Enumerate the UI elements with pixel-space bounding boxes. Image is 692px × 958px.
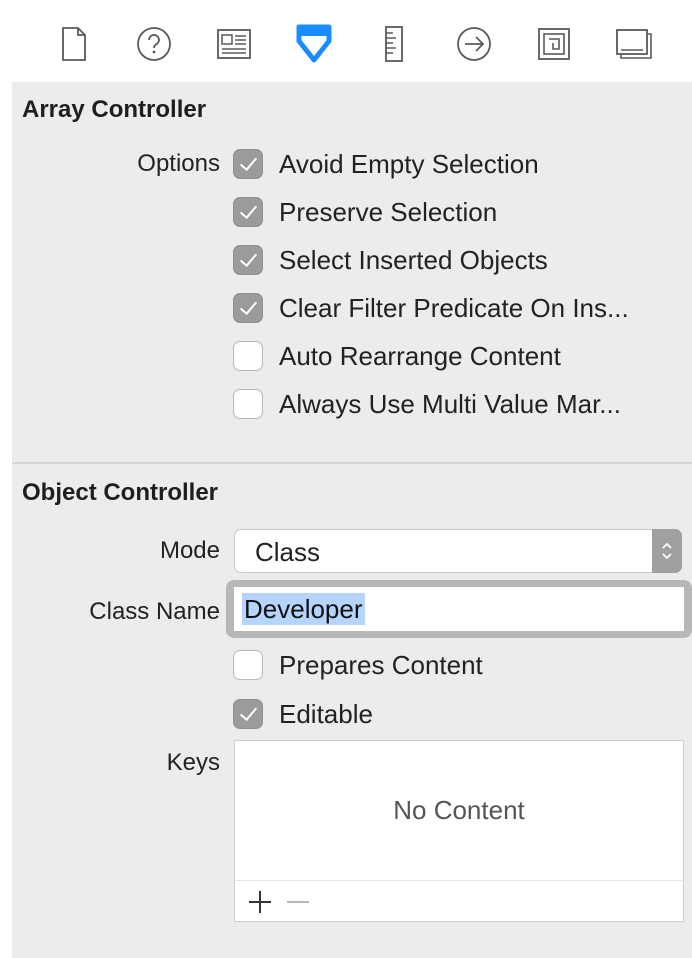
popup-chevron-icon — [652, 529, 682, 573]
plus-icon — [249, 891, 271, 913]
object-controller-title: Object Controller — [22, 479, 219, 506]
option-avoid-empty-selection[interactable]: Avoid Empty Selection — [233, 147, 688, 181]
option-preserve-selection[interactable]: Preserve Selection — [233, 195, 688, 229]
add-key-button[interactable] — [245, 887, 275, 917]
option-always-use-multi-value-marker[interactable]: Always Use Multi Value Mar... — [233, 387, 688, 421]
keys-label: Keys — [166, 749, 220, 776]
file-inspector-icon[interactable] — [54, 22, 94, 66]
checkbox[interactable] — [233, 293, 263, 323]
section-divider — [12, 462, 692, 464]
mode-value: Class — [255, 537, 321, 567]
options-label: Options — [137, 150, 220, 177]
bindings-inspector-icon[interactable] — [534, 22, 574, 66]
inspector-toolbar — [12, 0, 692, 82]
identity-inspector-icon[interactable] — [214, 22, 254, 66]
option-prepares-content[interactable]: Prepares Content — [233, 648, 688, 682]
checkbox-label: Prepares Content — [279, 649, 483, 680]
class-name-field[interactable]: Developer — [234, 587, 684, 631]
connections-inspector-icon[interactable] — [454, 22, 494, 66]
checkbox[interactable] — [233, 389, 263, 419]
checkbox-label: Editable — [279, 698, 373, 729]
checkbox[interactable] — [233, 245, 263, 275]
checkbox[interactable] — [233, 149, 263, 179]
class-name-label: Class Name — [89, 598, 220, 625]
selected-text: Developer — [242, 593, 365, 625]
mode-popup-button[interactable]: Class — [234, 529, 682, 573]
view-effects-inspector-icon[interactable] — [614, 22, 654, 66]
option-editable[interactable]: Editable — [233, 697, 688, 731]
mode-label: Mode — [159, 537, 220, 564]
checkbox-label: Avoid Empty Selection — [279, 148, 539, 179]
size-inspector-icon[interactable] — [374, 22, 414, 66]
option-select-inserted-objects[interactable]: Select Inserted Objects — [233, 243, 688, 277]
keys-toolbar — [234, 880, 684, 922]
option-clear-filter-predicate[interactable]: Clear Filter Predicate On Ins... — [233, 291, 688, 325]
option-auto-rearrange-content[interactable]: Auto Rearrange Content — [233, 339, 688, 373]
checkbox[interactable] — [233, 197, 263, 227]
keys-table[interactable]: No Content — [234, 740, 684, 880]
empty-placeholder: No Content — [393, 795, 525, 825]
quick-help-icon[interactable] — [134, 22, 174, 66]
attributes-inspector-icon[interactable] — [294, 22, 334, 66]
remove-key-button[interactable] — [283, 887, 313, 917]
checkbox[interactable] — [233, 341, 263, 371]
checkbox-label: Select Inserted Objects — [279, 244, 548, 275]
checkbox[interactable] — [233, 650, 263, 680]
checkbox-label: Always Use Multi Value Mar... — [279, 388, 621, 419]
checkbox-label: Preserve Selection — [279, 196, 498, 227]
checkbox[interactable] — [233, 699, 263, 729]
checkbox-label: Clear Filter Predicate On Ins... — [279, 292, 629, 323]
attributes-inspector: Array Controller Options Avoid Empty Sel… — [12, 0, 692, 958]
minus-icon — [287, 901, 309, 903]
array-controller-title: Array Controller — [22, 96, 207, 123]
checkbox-label: Auto Rearrange Content — [279, 340, 561, 371]
